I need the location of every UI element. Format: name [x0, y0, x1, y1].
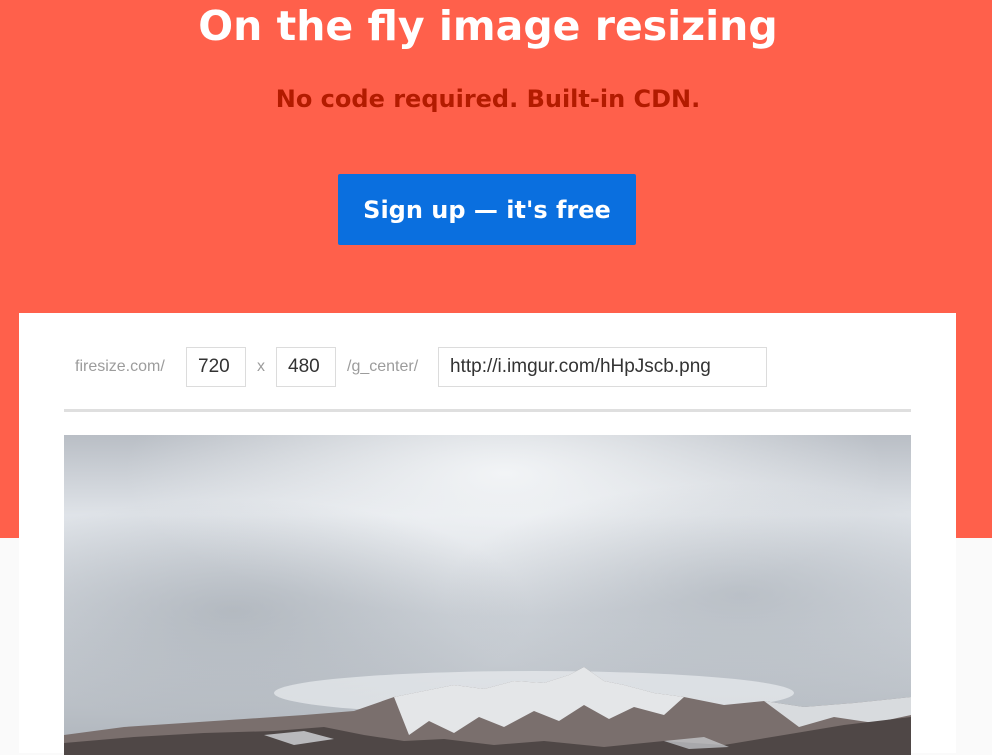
url-prefix: firesize.com/ [75, 358, 165, 375]
page-subtitle: No code required. Built-in CDN. [275, 85, 701, 113]
demo-card: firesize.com/ x /g_center/ [19, 313, 956, 755]
dimension-separator: x [257, 358, 265, 375]
url-builder: firesize.com/ x /g_center/ [64, 347, 911, 387]
height-input[interactable] [276, 347, 336, 387]
page-title: On the fly image resizing [198, 2, 778, 50]
gravity-segment: /g_center/ [347, 358, 419, 375]
source-url-input[interactable] [438, 347, 767, 387]
signup-button[interactable]: Sign up — it's free [338, 174, 636, 245]
preview-image [64, 435, 911, 755]
width-input[interactable] [186, 347, 246, 387]
divider [64, 409, 911, 412]
